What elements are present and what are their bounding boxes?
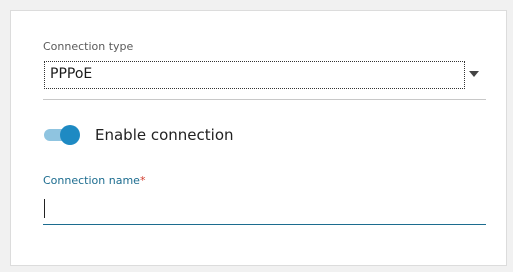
connection-settings-card: Connection type PPPoE Enable connection … [10, 10, 507, 266]
select-divider [43, 99, 486, 100]
connection-name-label-text: Connection name [43, 174, 140, 187]
enable-connection-toggle[interactable] [44, 125, 82, 145]
connection-type-value: PPPoE [50, 66, 93, 82]
connection-name-input[interactable] [43, 194, 486, 225]
connection-type-label: Connection type [43, 40, 134, 53]
enable-connection-label: Enable connection [95, 126, 234, 144]
text-caret [44, 199, 45, 218]
chevron-down-icon[interactable] [469, 71, 479, 77]
connection-type-select[interactable]: PPPoE [44, 61, 465, 89]
connection-name-label: Connection name* [43, 174, 145, 187]
toggle-knob [60, 125, 80, 145]
required-asterisk: * [139, 174, 146, 187]
